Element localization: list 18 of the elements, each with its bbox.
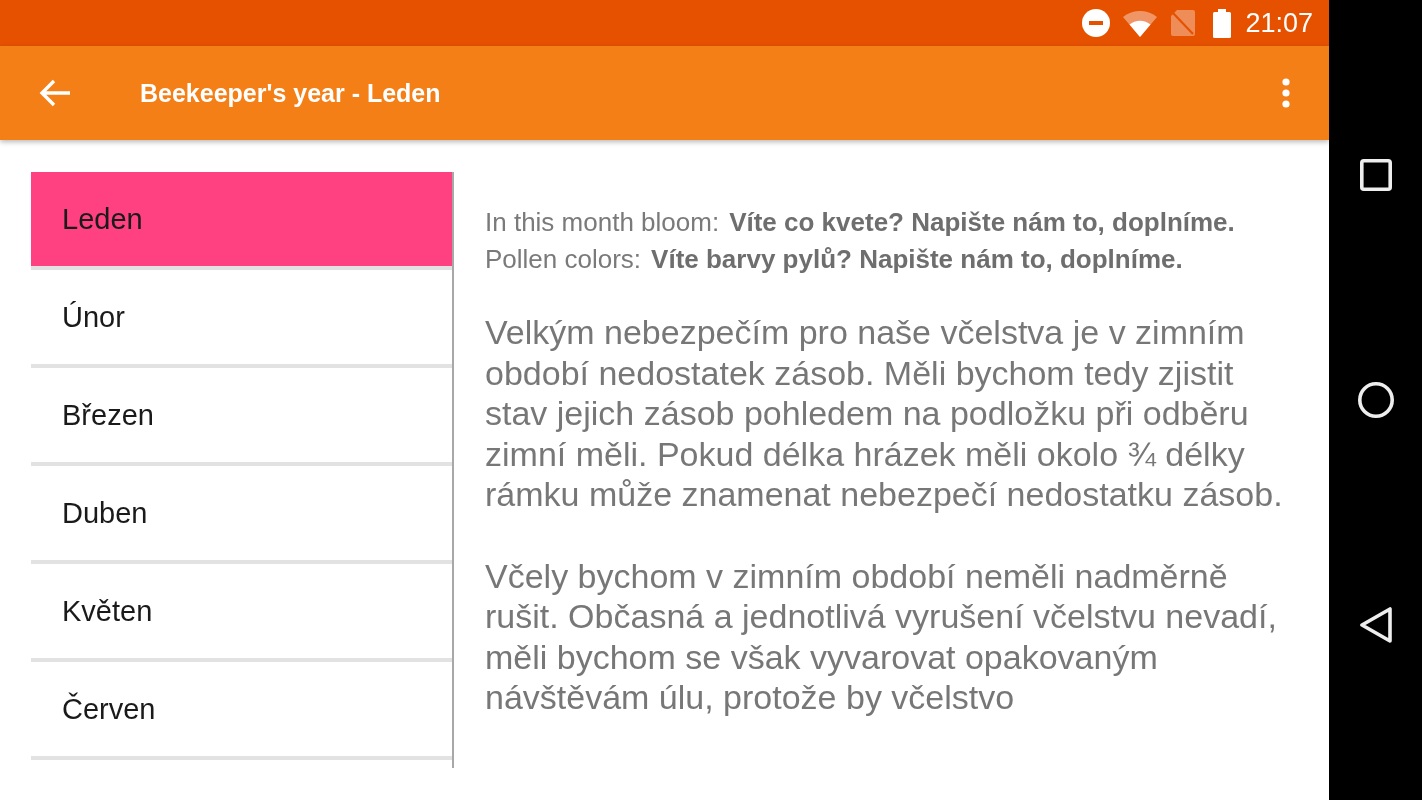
battery-icon — [1213, 8, 1232, 38]
info-value: Víte barvy pylů? Napište nám to, doplníme. — [651, 243, 1183, 276]
info-label: Pollen colors: — [485, 243, 642, 276]
do-not-disturb-icon — [1082, 9, 1111, 37]
info-value: Víte co kvete? Napište nám to, doplníme. — [729, 206, 1235, 239]
square-icon — [1359, 159, 1392, 191]
circle-icon — [1357, 382, 1394, 418]
wifi-icon — [1123, 11, 1158, 37]
article-paragraph: Včely bychom v zimním období neměli nadměrně rušit. Občasná a jednotlivá vyrušení včelstvu nevadí, měli bychom se však vyvarovat opakovaným návštěvám úlu, protože by včelstvo — [485, 555, 1278, 718]
month-item[interactable]: Leden — [31, 172, 452, 270]
info-label: In this month bloom: — [485, 206, 720, 239]
triangle-icon — [1359, 607, 1392, 643]
no-sim-icon — [1171, 10, 1196, 36]
toolbar-title: Beekeeper's year - Leden — [140, 78, 441, 108]
article-paragraph: Velkým nebezpečím pro naše včelstva je v zimním období nedostatek zásob. Měli bychom tedy zjistit stav jejich zásob pohledem na podložku při odběru zimní měli. Pokud délka hrázek měli okolo ¾ délky rámku může znamenat nebezpečí nedostatku zásob. — [485, 312, 1283, 515]
back-arrow-icon — [39, 79, 71, 107]
clock-time: 21:07 — [1245, 7, 1313, 39]
more-vertical-icon — [1282, 78, 1290, 108]
